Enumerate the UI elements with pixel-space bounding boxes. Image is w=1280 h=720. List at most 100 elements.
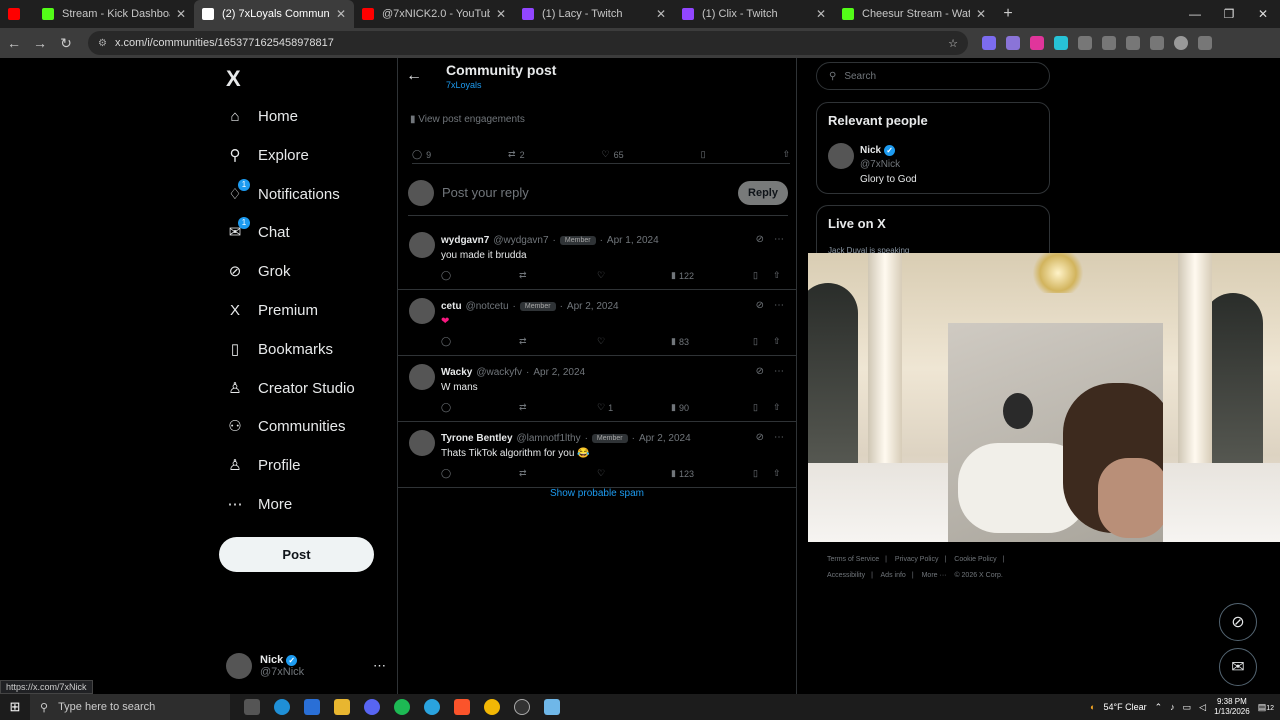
view-engagements-link[interactable]: ▮ View post engagements	[410, 114, 525, 125]
reply-input[interactable]: Post your reply	[442, 185, 529, 200]
brave-icon[interactable]	[454, 699, 470, 715]
close-tab-icon[interactable]: ✕	[816, 7, 826, 21]
grok-icon[interactable]: ⊘	[756, 432, 764, 443]
bookmark-icon[interactable]: ▯	[753, 336, 773, 347]
views-action[interactable]: ▮ 122	[671, 270, 753, 281]
nav-notifications[interactable]: ♢ 1 Notifications	[226, 179, 340, 209]
footer-link[interactable]: Privacy Policy	[895, 556, 939, 563]
reply-item[interactable]: cetu @notcetu · Member · Apr 2, 2024 ⊘ ⋯ ❤ ◯ ⇄ ♡…	[398, 290, 796, 356]
share-icon[interactable]: ⇧	[773, 270, 781, 281]
more-dots-icon[interactable]: ⋯	[774, 432, 784, 443]
grok-icon[interactable]: ⊘	[756, 300, 764, 311]
close-tab-icon[interactable]: ✕	[656, 7, 666, 21]
store-icon[interactable]	[304, 699, 320, 715]
tab-twitch-clix[interactable]: (1) Clix - Twitch ✕	[674, 0, 834, 28]
x-logo-icon[interactable]: X	[226, 66, 241, 92]
account-switcher[interactable]: Nick ✓ @7xNick ⋯	[226, 648, 386, 684]
nav-premium[interactable]: X Premium	[226, 295, 318, 325]
bookmark-icon[interactable]: ▯	[753, 402, 773, 413]
share-icon[interactable]: ⇧	[773, 402, 781, 413]
network-icon[interactable]: ▭	[1183, 702, 1192, 713]
tab-youtube[interactable]: @7xNICK2.0 - YouTube ✕	[354, 0, 514, 28]
telegram-icon[interactable]	[424, 699, 440, 715]
heart-icon[interactable]: ♡	[597, 270, 671, 281]
reply-item[interactable]: wydgavn7 @wydgavn7 · Member · Apr 1, 2024 ⊘ ⋯ …	[398, 224, 796, 290]
puzzle-icon[interactable]	[1078, 36, 1092, 50]
discord-icon[interactable]	[364, 699, 380, 715]
more-dots-icon[interactable]: ⋯	[373, 658, 386, 674]
footer-link[interactable]: Accessibility	[827, 572, 865, 579]
weather-text[interactable]: 54°F Clear	[1103, 702, 1146, 712]
grok-icon[interactable]: ⊘	[756, 234, 764, 245]
reply-author[interactable]: cetu	[441, 301, 462, 312]
grok-icon[interactable]: ⊘	[756, 366, 764, 377]
search-input[interactable]: ⚲ Search	[816, 62, 1050, 90]
url-field[interactable]: ⚙ x.com/i/communities/165377162545897881…	[88, 31, 968, 55]
more-dots-icon[interactable]: ⋯	[774, 234, 784, 245]
heart-icon[interactable]: ♡	[597, 468, 671, 479]
footer-link[interactable]: More ···	[922, 572, 947, 579]
nav-more[interactable]: ⋯ More	[226, 489, 293, 519]
close-tab-icon[interactable]: ✕	[496, 7, 506, 21]
repost-icon[interactable]: ⇄	[519, 468, 597, 479]
chrome-icon[interactable]	[484, 699, 500, 715]
restore-icon[interactable]: ❐	[1212, 0, 1246, 28]
reload-icon[interactable]: ↻	[54, 35, 78, 52]
footer-link[interactable]: Terms of Service	[827, 556, 879, 563]
person-name[interactable]: Nick	[860, 145, 881, 156]
more-dots-icon[interactable]: ⋯	[774, 366, 784, 377]
repost-icon[interactable]: ⇄	[519, 336, 597, 347]
close-tab-icon[interactable]: ✕	[176, 7, 186, 21]
extension-icon[interactable]	[1030, 36, 1044, 50]
back-arrow-icon[interactable]: ←	[406, 67, 426, 87]
extension-icon[interactable]	[1054, 36, 1068, 50]
nav-grok[interactable]: ⊘ Grok	[226, 256, 291, 286]
footer-link[interactable]: Ads info	[881, 572, 906, 579]
avatar[interactable]	[409, 298, 435, 324]
messages-fab-button[interactable]: ✉	[1219, 648, 1257, 686]
download-icon[interactable]	[1126, 36, 1140, 50]
heart-icon[interactable]: ♡	[597, 336, 671, 347]
bookmark-icon[interactable]: ▯	[753, 270, 773, 281]
nav-explore[interactable]: ⚲ Explore	[226, 140, 309, 170]
sidebar-icon[interactable]	[1102, 36, 1116, 50]
tab-x-community[interactable]: (2) 7xLoyals Community / X ✕	[194, 0, 354, 28]
close-tab-icon[interactable]: ✕	[976, 7, 986, 21]
volume-icon[interactable]: ◁	[1199, 702, 1206, 713]
avatar[interactable]	[409, 430, 435, 456]
grok-fab-button[interactable]: ⊘	[1219, 603, 1257, 641]
avatar[interactable]	[409, 232, 435, 258]
menu-dots-icon[interactable]	[1198, 36, 1212, 50]
post-button[interactable]: Post	[219, 537, 374, 572]
avatar[interactable]	[409, 364, 435, 390]
community-link[interactable]: 7xLoyals	[446, 80, 482, 90]
edge-icon[interactable]	[274, 699, 290, 715]
reply-author[interactable]: wydgavn7	[441, 235, 489, 246]
repost-icon[interactable]: ⇄	[519, 270, 597, 281]
footer-link[interactable]: Cookie Policy	[954, 556, 996, 563]
bookmark-star-icon[interactable]: ☆	[948, 37, 958, 50]
reply-author[interactable]: Wacky	[441, 367, 472, 378]
reply-icon[interactable]: ◯	[441, 270, 519, 281]
nav-profile[interactable]: ♙ Profile	[226, 450, 300, 480]
spotify-icon[interactable]	[394, 699, 410, 715]
nav-creator-studio[interactable]: ♙ Creator Studio	[226, 373, 354, 403]
nav-bookmarks[interactable]: ▯ Bookmarks	[226, 334, 333, 364]
task-view-icon[interactable]	[244, 699, 260, 715]
share-action[interactable]: ⇧	[782, 146, 790, 163]
reply-author[interactable]: Tyrone Bentley	[441, 433, 513, 444]
views-action[interactable]: ▮ 123	[671, 468, 753, 479]
tab-kick-cheesur[interactable]: Cheesur Stream - Watch Live on ✕	[834, 0, 994, 28]
extension-icon[interactable]	[1006, 36, 1020, 50]
share-icon[interactable]: ⇧	[773, 468, 781, 479]
windows-start-icon[interactable]: ⊞	[0, 699, 30, 715]
mic-icon[interactable]: ♪	[1170, 702, 1175, 712]
nav-communities[interactable]: ⚇ Communities	[226, 411, 345, 441]
extension-icon[interactable]	[982, 36, 996, 50]
repost-action[interactable]: ⇄ 2	[508, 146, 525, 163]
reply-icon[interactable]: ◯	[441, 336, 519, 347]
file-explorer-icon[interactable]	[334, 699, 350, 715]
reply-item[interactable]: Tyrone Bentley @lamnotf1lthy · Member · Apr 2…	[398, 422, 796, 488]
tab-kick-dashboard[interactable]: Stream - Kick Dashboard ✕	[34, 0, 194, 28]
reply-button[interactable]: Reply	[738, 180, 788, 205]
